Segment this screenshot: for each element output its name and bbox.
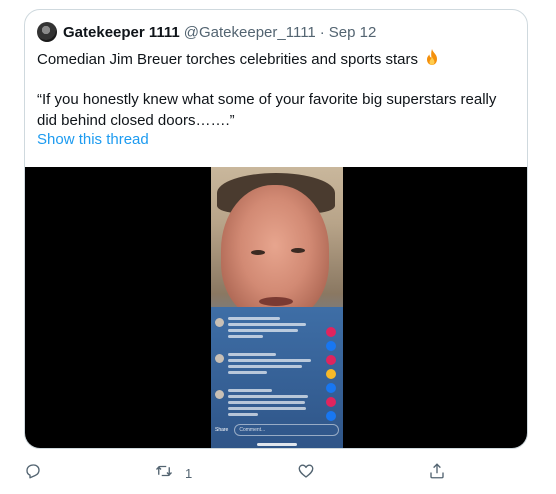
handle[interactable]: @Gatekeeper_1111 [184, 24, 316, 41]
tweet-media-video[interactable]: Share Comment... [25, 167, 527, 448]
live-comment [215, 353, 315, 377]
right-eye [291, 248, 305, 253]
tweet-text-line-2: “If you honestly knew what some of your … [37, 91, 497, 108]
live-comment [215, 389, 315, 419]
tweet-text-line-3: did behind closed doors…….” [37, 112, 235, 129]
mouth [259, 297, 293, 306]
retweet-button[interactable]: 1 [155, 462, 192, 485]
video-bottom-bar: Share Comment... [211, 421, 343, 439]
tweet-date[interactable]: Sep 12 [329, 24, 377, 41]
retweet-icon [155, 462, 173, 485]
like-icon [297, 462, 315, 485]
separator-dot: · [319, 23, 325, 41]
show-thread-link[interactable]: Show this thread [37, 131, 149, 148]
avatar[interactable] [37, 22, 57, 42]
fire-icon [424, 48, 440, 72]
reply-button[interactable] [24, 462, 42, 485]
reaction-stream [323, 327, 339, 425]
tweet-text-line-1: Comedian Jim Breuer torches celebrities … [37, 48, 440, 72]
tweet-actions: 1 [0, 460, 556, 484]
video-share-label[interactable]: Share [215, 427, 228, 433]
reply-icon [24, 462, 42, 485]
share-button[interactable] [428, 462, 446, 485]
tweet-header: Gatekeeper 1111 @Gatekeeper_1111 · Sep 1… [37, 22, 376, 42]
face-shape [221, 185, 329, 320]
tweet-text-1: Comedian Jim Breuer torches celebrities … [37, 51, 418, 68]
home-indicator [257, 443, 297, 446]
display-name[interactable]: Gatekeeper 1111 [63, 24, 180, 41]
live-comments [215, 317, 315, 431]
share-icon [428, 462, 446, 485]
comment-avatar [215, 318, 224, 327]
comment-avatar [215, 390, 224, 399]
live-comment [215, 317, 315, 341]
tweet-card[interactable]: Gatekeeper 1111 @Gatekeeper_1111 · Sep 1… [24, 9, 528, 449]
comment-avatar [215, 354, 224, 363]
left-eye [251, 250, 265, 255]
like-button[interactable] [297, 462, 315, 485]
video-frame[interactable]: Share Comment... [211, 167, 343, 448]
video-comment-field[interactable]: Comment... [234, 424, 339, 436]
retweet-count: 1 [185, 466, 193, 481]
